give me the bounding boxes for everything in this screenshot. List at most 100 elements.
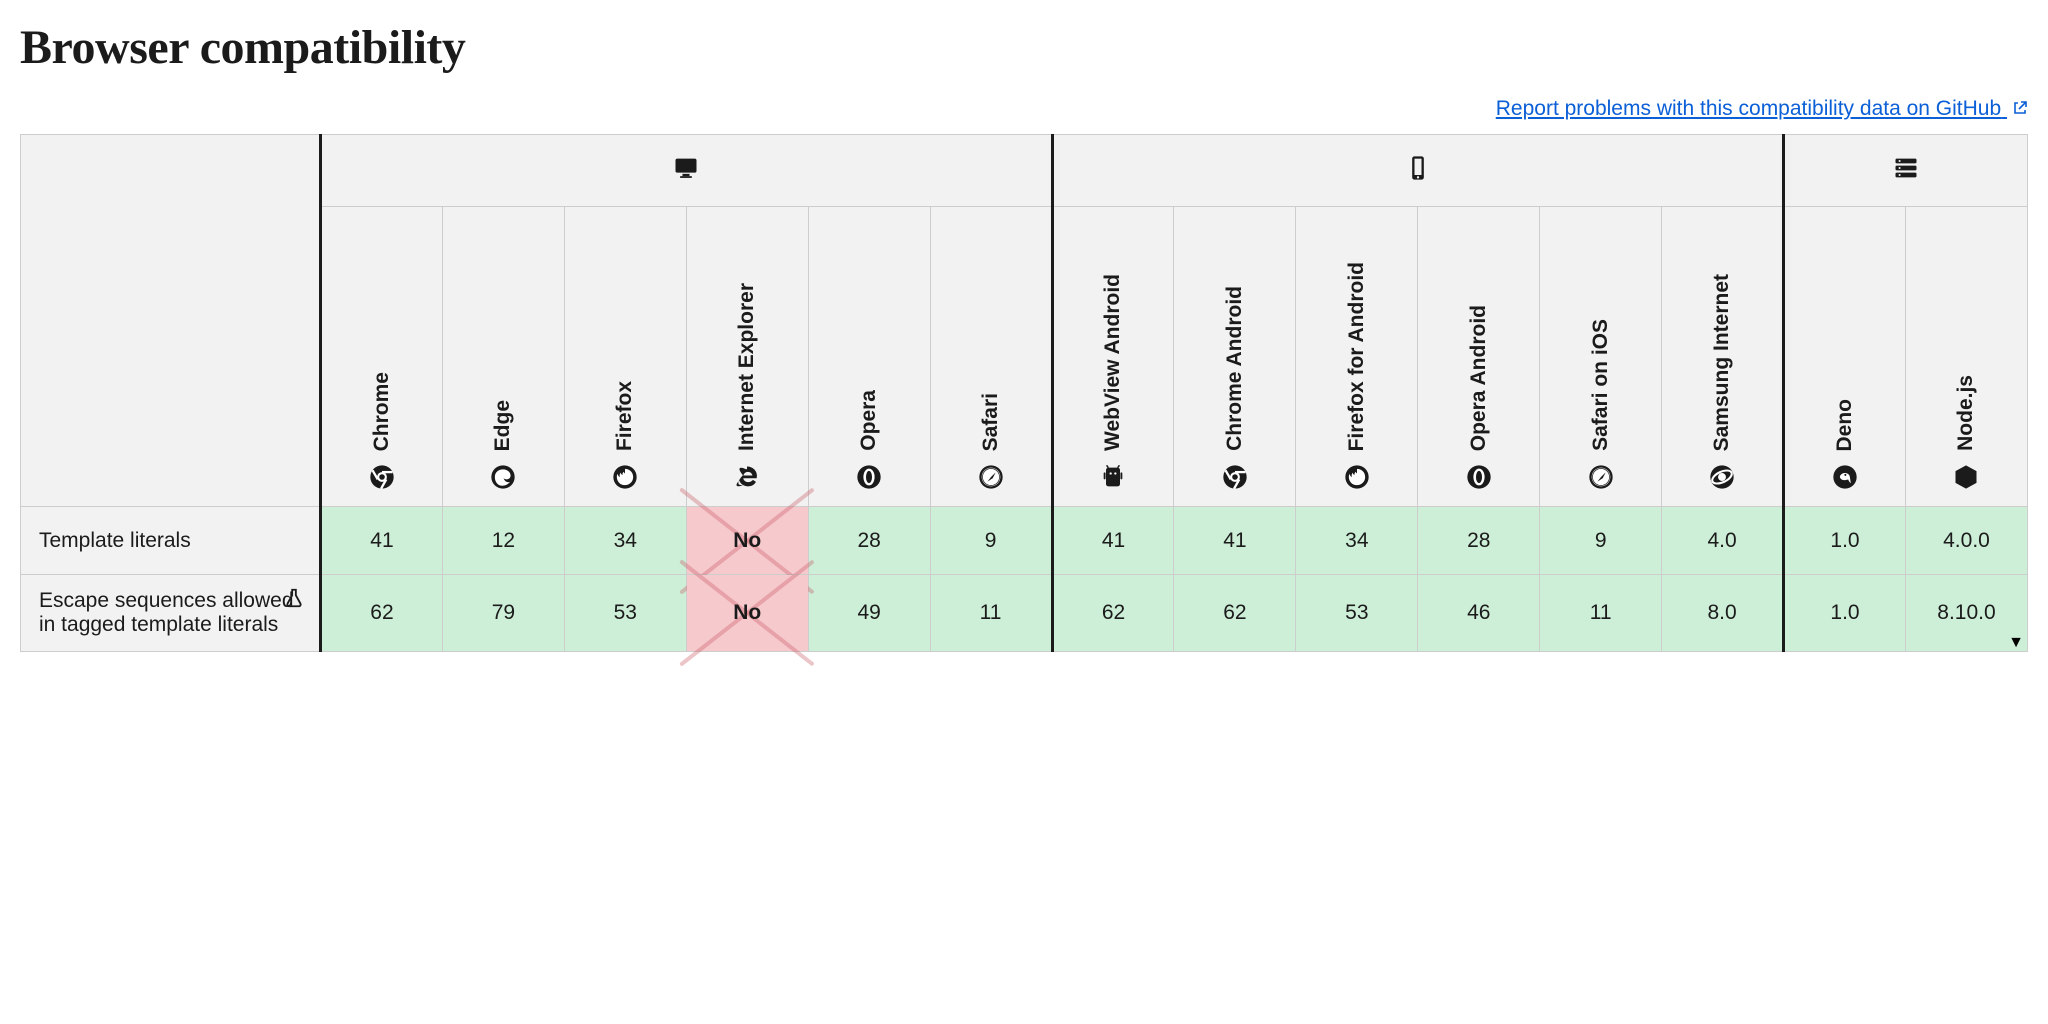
browser-header-opera_android: Opera Android [1418,207,1540,507]
support-value: 11 [1590,601,1612,624]
browser-header-samsung: Samsung Internet [1662,207,1784,507]
support-cell[interactable]: 41 [1174,507,1296,575]
desktop-icon [672,165,700,187]
feature-label-text: Template literals [39,529,191,552]
support-cell[interactable]: 8.10.0▼ [1905,575,2027,652]
support-cell[interactable]: 12 [442,507,564,575]
support-cell[interactable]: 11 [930,575,1052,652]
browser-header-safari_ios: Safari on iOS [1540,207,1662,507]
browser-header-nodejs: Node.js [1905,207,2027,507]
support-cell[interactable]: 28 [1418,507,1540,575]
browser-header-chrome_android: Chrome Android [1174,207,1296,507]
browser-label: Safari on iOS [1589,319,1613,451]
table-row: Escape sequences allowed in tagged templ… [21,575,2028,652]
support-cell[interactable]: 11 [1540,575,1662,652]
footnote-indicator-icon[interactable]: ▼ [2008,635,2024,651]
support-value: 1.0 [1830,601,1859,624]
support-cell[interactable]: 1.0 [1784,507,1906,575]
support-value: 49 [857,601,880,624]
support-cell[interactable]: 1.0 [1784,575,1906,652]
support-cell[interactable]: 41 [1052,507,1174,575]
browser-header-webview_android: WebView Android [1052,207,1174,507]
mobile-icon [1404,165,1432,187]
support-cell[interactable]: 9 [930,507,1052,575]
support-cell[interactable]: 79 [442,575,564,652]
support-cell[interactable]: 4.0 [1662,507,1784,575]
support-value: 41 [370,529,393,552]
support-value: 11 [980,601,1002,624]
support-value: 62 [1223,601,1246,624]
report-problems-link-text: Report problems with this compatibility … [1496,97,2001,120]
browser-label: Opera [857,390,881,451]
support-value: 28 [857,529,880,552]
support-value: 62 [370,601,393,624]
browser-label: Node.js [1954,375,1978,451]
support-cell[interactable]: 34 [564,507,686,575]
firefox-icon [611,463,639,491]
browser-label: Deno [1833,399,1857,452]
browser-header-firefox: Firefox [564,207,686,507]
browser-header-ie: Internet Explorer [686,207,808,507]
support-cell[interactable]: 62 [1052,575,1174,652]
support-value: 41 [1223,529,1246,552]
feature-label: Escape sequences allowed in tagged templ… [21,575,321,652]
support-cell[interactable]: 53 [1296,575,1418,652]
support-cell[interactable]: 53 [564,575,686,652]
support-value: 62 [1102,601,1125,624]
safari-icon [977,463,1005,491]
support-value: 9 [985,529,997,552]
browser-compat-table: Chrome Edge Firefox Internet Explorer Opera S… [20,134,2028,652]
support-cell[interactable]: 28 [808,507,930,575]
support-cell[interactable]: No [686,575,808,652]
support-cell[interactable]: 4.0.0 [1905,507,2027,575]
support-cell[interactable]: 62 [1174,575,1296,652]
browser-label: Safari [979,393,1003,451]
experimental-icon [283,587,305,615]
chrome_android-icon [1221,463,1249,491]
webview_android-icon [1099,463,1127,491]
browser-label: Internet Explorer [735,283,759,451]
support-value: 1.0 [1830,529,1859,552]
browser-label: Chrome [370,372,394,451]
support-cell[interactable]: No [686,507,808,575]
browser-header-deno: Deno [1784,207,1906,507]
support-value: 53 [614,601,637,624]
safari_ios-icon [1587,463,1615,491]
support-cell[interactable]: 49 [808,575,930,652]
support-value: 12 [492,529,515,552]
browser-header-chrome: Chrome [321,207,443,507]
table-corner [21,135,321,507]
support-value: 9 [1595,529,1607,552]
support-value: 4.0 [1708,529,1737,552]
support-value: 79 [492,601,515,624]
platform-desktop [321,135,1053,207]
support-value: 34 [1345,529,1368,552]
feature-label-text: Escape sequences allowed in tagged templ… [39,589,294,636]
support-value: 8.0 [1708,601,1737,624]
support-cell[interactable]: 41 [321,507,443,575]
support-value: 28 [1467,529,1490,552]
support-value: 53 [1345,601,1368,624]
support-cell[interactable]: 62 [321,575,443,652]
support-cell[interactable]: 46 [1418,575,1540,652]
browser-label: Edge [491,400,515,451]
support-value: 41 [1102,529,1125,552]
support-cell[interactable]: 9 [1540,507,1662,575]
browser-label: Opera Android [1467,305,1491,451]
opera-icon [855,463,883,491]
deno-icon [1831,463,1859,491]
samsung-icon [1708,463,1736,491]
server-icon [1892,165,1920,187]
table-row: Template literals 41 12 34 No 28 9 41 41 34 28 9 4.0… [21,507,2028,575]
report-problems-link[interactable]: Report problems with this compatibility … [1496,97,2028,120]
platform-server [1784,135,2028,207]
external-link-icon [2012,98,2028,122]
support-cell[interactable]: 34 [1296,507,1418,575]
support-value: No [733,529,761,552]
support-cell[interactable]: 8.0 [1662,575,1784,652]
browser-header-opera: Opera [808,207,930,507]
support-value: 4.0.0 [1943,529,1990,552]
edge-icon [489,463,517,491]
support-value: 46 [1467,601,1490,624]
support-value: No [733,601,761,624]
